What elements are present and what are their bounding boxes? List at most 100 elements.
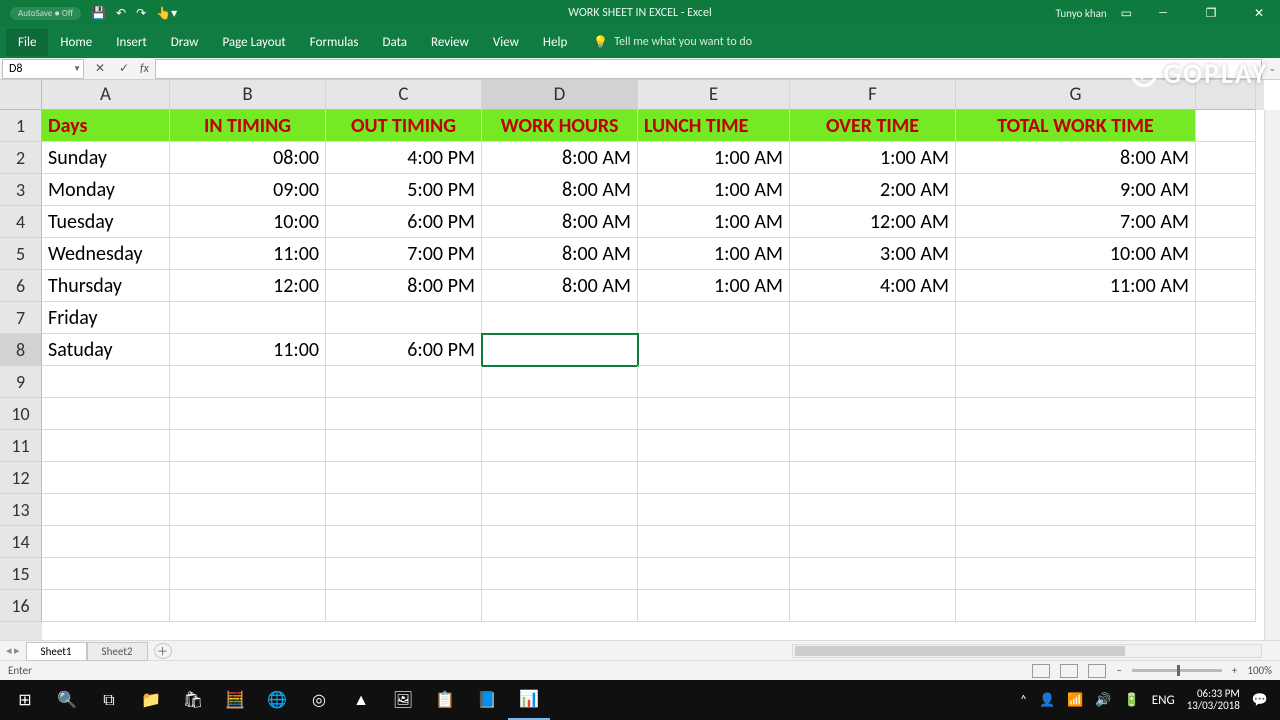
tab-page-layout[interactable]: Page Layout bbox=[210, 29, 297, 56]
cell-blank-12[interactable] bbox=[1196, 462, 1256, 494]
file-explorer-icon[interactable]: 📁 bbox=[130, 680, 172, 720]
fx-label[interactable]: fx bbox=[136, 62, 155, 76]
formula-input[interactable] bbox=[155, 59, 1262, 79]
cell-C1[interactable]: OUT TIMING bbox=[326, 110, 482, 142]
cell-C9[interactable] bbox=[326, 366, 482, 398]
cell-C8[interactable]: 6:00 PM bbox=[326, 334, 482, 366]
row-header-11[interactable]: 11 bbox=[0, 430, 42, 462]
network-icon[interactable]: 📶 bbox=[1067, 693, 1083, 708]
photos-icon[interactable]: 🖼 bbox=[382, 680, 424, 720]
app-icon[interactable]: 📋 bbox=[424, 680, 466, 720]
cell-A3[interactable]: Monday bbox=[42, 174, 170, 206]
cell-D7[interactable] bbox=[482, 302, 638, 334]
cell-A14[interactable] bbox=[42, 526, 170, 558]
language-icon[interactable]: ENG bbox=[1152, 693, 1175, 708]
cell-C3[interactable]: 5:00 PM bbox=[326, 174, 482, 206]
cell-blank-13[interactable] bbox=[1196, 494, 1256, 526]
cell-F2[interactable]: 1:00 AM bbox=[790, 142, 956, 174]
cell-F9[interactable] bbox=[790, 366, 956, 398]
cell-B16[interactable] bbox=[170, 590, 326, 622]
zoom-slider[interactable] bbox=[1132, 669, 1222, 672]
cell-E15[interactable] bbox=[638, 558, 790, 590]
cell-C12[interactable] bbox=[326, 462, 482, 494]
cell-F5[interactable]: 3:00 AM bbox=[790, 238, 956, 270]
cell-D11[interactable] bbox=[482, 430, 638, 462]
name-box[interactable]: D8 ▼ bbox=[2, 59, 84, 79]
cell-G1[interactable]: TOTAL WORK TIME bbox=[956, 110, 1196, 142]
cell-D6[interactable]: 8:00 AM bbox=[482, 270, 638, 302]
cell-E14[interactable] bbox=[638, 526, 790, 558]
cell-C4[interactable]: 6:00 PM bbox=[326, 206, 482, 238]
tab-view[interactable]: View bbox=[481, 29, 531, 56]
sheet-tab-1[interactable]: Sheet1 bbox=[26, 642, 87, 661]
cell-A12[interactable] bbox=[42, 462, 170, 494]
cell-G5[interactable]: 10:00 AM bbox=[956, 238, 1196, 270]
tab-home[interactable]: Home bbox=[48, 29, 104, 56]
cell-E1[interactable]: LUNCH TIME bbox=[638, 110, 790, 142]
name-box-dropdown-icon[interactable]: ▼ bbox=[73, 64, 81, 74]
tab-formulas[interactable]: Formulas bbox=[298, 29, 371, 56]
cell-blank-1[interactable] bbox=[1196, 110, 1256, 142]
cell-E8[interactable] bbox=[638, 334, 790, 366]
minimize-button[interactable]: ― bbox=[1146, 0, 1180, 26]
cell-D16[interactable] bbox=[482, 590, 638, 622]
cell-A10[interactable] bbox=[42, 398, 170, 430]
start-button[interactable]: ⊞ bbox=[4, 680, 46, 720]
zoom-out-icon[interactable]: − bbox=[1116, 664, 1121, 677]
cell-G9[interactable] bbox=[956, 366, 1196, 398]
cell-B3[interactable]: 09:00 bbox=[170, 174, 326, 206]
col-header-F[interactable]: F bbox=[790, 80, 956, 110]
cell-F6[interactable]: 4:00 AM bbox=[790, 270, 956, 302]
cell-E4[interactable]: 1:00 AM bbox=[638, 206, 790, 238]
cell-F7[interactable] bbox=[790, 302, 956, 334]
vlc-icon[interactable]: ▲ bbox=[340, 680, 382, 720]
notifications-icon[interactable]: 💬 bbox=[1252, 693, 1268, 708]
touch-mode-icon[interactable]: 👆▾ bbox=[156, 6, 177, 21]
cell-E12[interactable] bbox=[638, 462, 790, 494]
cell-D14[interactable] bbox=[482, 526, 638, 558]
cell-B13[interactable] bbox=[170, 494, 326, 526]
cell-E13[interactable] bbox=[638, 494, 790, 526]
cell-D1[interactable]: WORK HOURS bbox=[482, 110, 638, 142]
cell-F11[interactable] bbox=[790, 430, 956, 462]
cell-G7[interactable] bbox=[956, 302, 1196, 334]
cell-F1[interactable]: OVER TIME bbox=[790, 110, 956, 142]
cell-D3[interactable]: 8:00 AM bbox=[482, 174, 638, 206]
account-icon[interactable]: ▭ bbox=[1121, 6, 1132, 21]
cell-G15[interactable] bbox=[956, 558, 1196, 590]
cell-E3[interactable]: 1:00 AM bbox=[638, 174, 790, 206]
redo-icon[interactable]: ↷ bbox=[136, 6, 146, 21]
row-header-4[interactable]: 4 bbox=[0, 206, 42, 238]
cell-B11[interactable] bbox=[170, 430, 326, 462]
row-header-8[interactable]: 8 bbox=[0, 334, 42, 366]
cell-B5[interactable]: 11:00 bbox=[170, 238, 326, 270]
cell-A15[interactable] bbox=[42, 558, 170, 590]
maximize-button[interactable]: ❐ bbox=[1194, 0, 1228, 26]
edge-icon[interactable]: 🌐 bbox=[256, 680, 298, 720]
row-header-9[interactable]: 9 bbox=[0, 366, 42, 398]
cancel-formula-icon[interactable]: ✕ bbox=[88, 61, 112, 76]
row-header-2[interactable]: 2 bbox=[0, 142, 42, 174]
cell-F8[interactable] bbox=[790, 334, 956, 366]
col-header-D[interactable]: D bbox=[482, 80, 638, 110]
cell-C2[interactable]: 4:00 PM bbox=[326, 142, 482, 174]
cell-D15[interactable] bbox=[482, 558, 638, 590]
sheet-nav-buttons[interactable]: ◂ ▸ bbox=[0, 644, 26, 657]
tab-data[interactable]: Data bbox=[371, 29, 420, 56]
row-header-14[interactable]: 14 bbox=[0, 526, 42, 558]
battery-icon[interactable]: 🔋 bbox=[1124, 693, 1140, 708]
chrome-icon[interactable]: ◎ bbox=[298, 680, 340, 720]
cell-E11[interactable] bbox=[638, 430, 790, 462]
cell-A7[interactable]: Friday bbox=[42, 302, 170, 334]
cell-A9[interactable] bbox=[42, 366, 170, 398]
volume-icon[interactable]: 🔊 bbox=[1095, 693, 1111, 708]
row-header-12[interactable]: 12 bbox=[0, 462, 42, 494]
row-header-5[interactable]: 5 bbox=[0, 238, 42, 270]
cell-blank-16[interactable] bbox=[1196, 590, 1256, 622]
close-button[interactable]: ✕ bbox=[1242, 0, 1276, 26]
view-page-break-icon[interactable] bbox=[1088, 664, 1106, 678]
cell-A6[interactable]: Thursday bbox=[42, 270, 170, 302]
tab-file[interactable]: File bbox=[6, 29, 48, 56]
cell-A2[interactable]: Sunday bbox=[42, 142, 170, 174]
row-header-15[interactable]: 15 bbox=[0, 558, 42, 590]
